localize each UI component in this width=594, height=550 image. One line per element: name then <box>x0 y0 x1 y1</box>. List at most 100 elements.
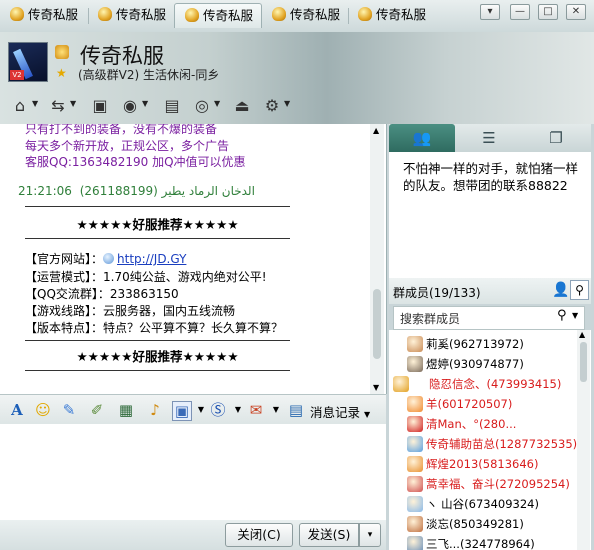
member-row[interactable]: 三飞...(324778964) <box>389 534 579 550</box>
group-icon <box>98 7 112 21</box>
member-row[interactable]: 清Man、°(280... <box>389 414 579 434</box>
webcam-button[interactable]: ◎ ▼ <box>190 95 226 117</box>
tab-5[interactable]: 传奇私服 <box>348 3 434 27</box>
group-icon <box>358 7 372 21</box>
right-panel-tabs: 👥 ☰ ❐ <box>389 124 591 152</box>
member-row[interactable]: 传奇辅助苗总(1287732535) <box>389 434 579 454</box>
chevron-down-icon[interactable]: ▼ <box>192 401 210 419</box>
scroll-up-icon[interactable]: ▲ <box>579 330 585 339</box>
member-list-scrollbar[interactable]: ▲ <box>577 330 590 550</box>
chevron-down-icon[interactable]: ▼ <box>267 401 285 419</box>
member-search-input[interactable]: 搜索群成员 ⚲ ▼ <box>393 306 585 330</box>
divider <box>25 370 290 371</box>
member-row[interactable]: 蒿幸福、奋斗(272095254) <box>389 474 579 494</box>
info-value: 特点？公平算不算？长久算不算？ <box>103 321 284 335</box>
window-tab[interactable]: ❐ <box>523 124 589 152</box>
window-icon: ❐ <box>549 129 563 147</box>
voice-button[interactable]: ◉ ▼ <box>118 95 154 117</box>
group-icon <box>272 7 286 21</box>
tab-label: 传奇私服 <box>116 7 167 22</box>
mic-icon: ◉ <box>123 96 137 115</box>
promo-line: 每天多个新开放，正规公区，多个广告 <box>25 139 230 153</box>
member-row[interactable]: 煜婷(930974877) <box>389 354 579 374</box>
screenshot-icon[interactable]: ▣ <box>172 401 192 421</box>
home-button[interactable]: ⌂ ▼ <box>8 95 44 117</box>
chevron-down-icon: ▼ <box>70 99 77 108</box>
chevron-down-icon: ▼ <box>142 99 149 108</box>
tab-3-active[interactable]: 传奇私服 <box>174 3 262 28</box>
webcam-icon: ◎ <box>195 96 209 115</box>
chevron-down-icon: ▼ <box>32 99 39 108</box>
web-icon <box>103 253 115 264</box>
send-button[interactable]: 发送(S) <box>299 523 359 547</box>
member-name: 传奇辅助苗总(1287732535) <box>426 437 578 451</box>
member-row[interactable]: 莉奚(962713972) <box>389 334 579 354</box>
promo-line: 客服QQ:1363482190 加Q冲值可以优惠 <box>25 155 246 169</box>
close-button[interactable]: 关闭(C) <box>225 523 293 547</box>
gift-icon[interactable]: ✉ <box>247 401 265 419</box>
settings-button[interactable]: ⚙ ▼ <box>260 95 296 117</box>
scroll-up-icon[interactable]: ▲ <box>373 126 379 135</box>
message-time: 21:21:06 <box>18 184 72 198</box>
group-icon <box>185 8 199 22</box>
minimize-button[interactable]: — <box>510 4 530 20</box>
member-row[interactable]: ヽ 山谷(673409324) <box>389 494 579 514</box>
group-subtitle: (高级群V2) 生活休闲-同乡 <box>78 68 220 82</box>
info-label: 【游戏线路】： <box>25 304 104 318</box>
magic-emoji-icon[interactable]: ✎ <box>60 401 78 419</box>
music-icon[interactable]: ♪ <box>146 401 164 419</box>
tab-label: 传奇私服 <box>203 8 254 23</box>
website-link[interactable]: http://JD.GY <box>117 252 186 266</box>
tab-2[interactable]: 传奇私服 <box>88 3 174 27</box>
tab-4[interactable]: 传奇私服 <box>262 3 348 27</box>
member-avatar <box>407 536 423 550</box>
emoji-icon[interactable]: ☺ <box>34 401 52 419</box>
share-button[interactable]: ⇆ ▼ <box>46 95 82 117</box>
window-menu-button[interactable]: ▾ <box>480 4 500 20</box>
info-line: 【官方网站】： http://JD.GY <box>25 250 186 267</box>
group-avatar[interactable]: V2 <box>8 42 48 82</box>
search-icon[interactable]: ⚲ <box>570 280 589 300</box>
close-window-button[interactable]: ✕ <box>566 4 586 20</box>
chat-scrollbar[interactable]: ▲ ▼ <box>370 124 384 394</box>
doodle-icon[interactable]: ✐ <box>88 401 106 419</box>
info-value: 233863150 <box>109 287 179 301</box>
scroll-thumb[interactable] <box>373 289 381 359</box>
member-row[interactable]: 隐忍信念、(473993415) <box>389 374 579 394</box>
group-type-icon <box>55 45 69 59</box>
history-icon[interactable]: ▤ <box>287 401 305 419</box>
board-icon: ▤ <box>164 96 180 115</box>
info-line: 【QQ交流群】：233863150 <box>25 285 179 302</box>
member-row[interactable]: 羊(601720507) <box>389 394 579 414</box>
search-icon[interactable]: ⚲ <box>557 308 567 323</box>
scroll-thumb[interactable] <box>580 342 587 382</box>
divider <box>25 340 290 341</box>
member-name: 莉奚(962713972) <box>426 337 524 351</box>
tab-1[interactable]: 传奇私服 <box>0 3 88 27</box>
maximize-button[interactable]: □ <box>538 4 558 20</box>
member-avatar <box>407 496 423 512</box>
info-line: 【游戏线路】：云服务器，国内五线流畅 <box>25 302 235 319</box>
member-row[interactable]: 淡忘(850349281) <box>389 514 579 534</box>
chevron-down-icon[interactable]: ▼ <box>572 311 578 320</box>
message-sender[interactable]: الدخان الرماد يطير (261188199) 21:21:06 <box>8 184 255 198</box>
image-icon[interactable]: ▦ <box>117 401 135 419</box>
info-label: 【官方网站】： <box>25 252 104 266</box>
send-options-button[interactable]: ▾ <box>359 523 381 547</box>
chevron-down-icon: ▼ <box>284 99 291 108</box>
pay-icon[interactable]: Ⓢ <box>209 401 227 419</box>
message-history-button[interactable]: 消息记录 ▼ <box>310 402 370 421</box>
chat-history[interactable]: 只有打不到的装备，没有不爆的装备 每天多个新开放，正规公区，多个广告 客服QQ:… <box>0 124 387 394</box>
message-input[interactable] <box>0 424 386 520</box>
info-label: 【运营模式】： <box>25 270 104 284</box>
list-tab[interactable]: ☰ <box>456 124 522 152</box>
chevron-down-icon[interactable]: ▼ <box>229 401 247 419</box>
sender-id: (261188199) <box>79 184 158 198</box>
member-list[interactable]: 莉奚(962713972) 煜婷(930974877) 隐忍信念、(47399341… <box>389 330 591 550</box>
font-icon[interactable]: A <box>8 401 26 419</box>
scroll-down-icon[interactable]: ▼ <box>373 383 379 392</box>
members-tab[interactable]: 👥 <box>389 124 455 152</box>
add-member-icon[interactable]: 👤 <box>552 282 569 298</box>
member-row[interactable]: 辉煌2013(5813646) <box>389 454 579 474</box>
member-avatar <box>393 376 409 392</box>
